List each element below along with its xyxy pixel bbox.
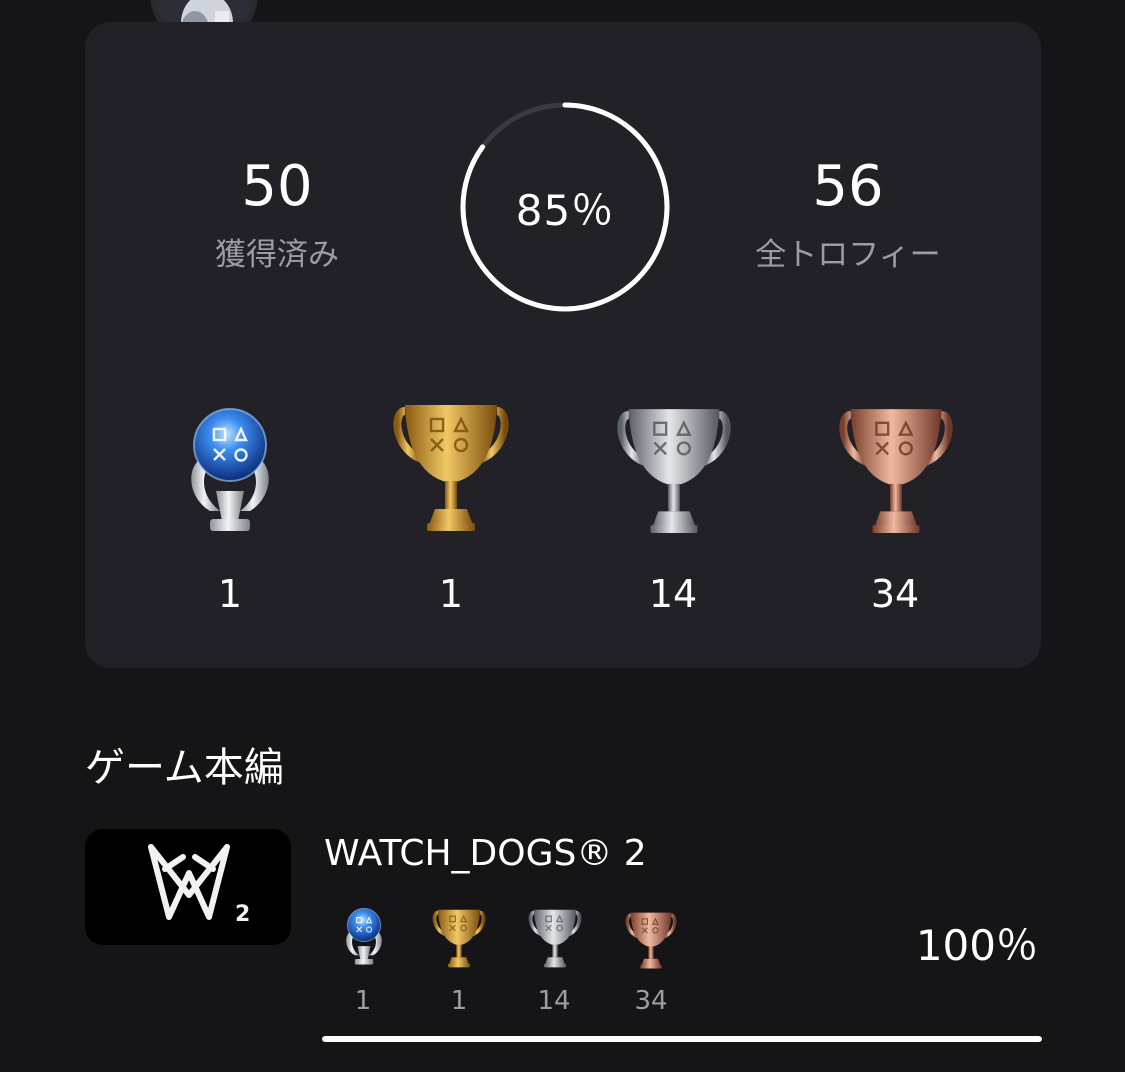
game-silver-count: 14: [537, 986, 571, 1016]
game-title: WATCH_DOGS® 2: [324, 833, 647, 874]
game-progress-fill: [322, 1036, 1042, 1042]
bronze-count: 34: [870, 572, 920, 616]
game-bronze-count: 34: [634, 986, 668, 1016]
silver-count: 14: [648, 572, 698, 616]
earned-count: 50: [241, 154, 313, 219]
platinum-trophy-icon: [341, 902, 387, 970]
trophy-page: 50 獲得済み 85％ 56 全トロフィー 1 1 14 34 ゲーム本編 2 …: [0, 0, 1125, 1072]
svg-text:2: 2: [235, 902, 250, 927]
earned-label: 獲得済み: [215, 237, 339, 273]
trophy-summary-card: 50 獲得済み 85％ 56 全トロフィー 1 1 14 34: [85, 22, 1041, 668]
gold-trophy-icon: [391, 398, 511, 540]
progress-percent: 85％: [515, 185, 615, 235]
bronze-trophy-icon: [624, 910, 678, 972]
game-platinum-count: 1: [354, 986, 372, 1016]
section-title: ゲーム本編: [85, 745, 284, 791]
silver-trophy-icon: [615, 402, 733, 542]
platinum-trophy-icon: [180, 394, 280, 544]
game-gold-count: 1: [450, 986, 468, 1016]
silver-trophy-icon: [527, 907, 583, 971]
platinum-count: 1: [217, 572, 243, 616]
bronze-trophy-icon: [837, 402, 955, 542]
total-count: 56: [812, 154, 884, 219]
gold-count: 1: [438, 572, 464, 616]
total-label: 全トロフィー: [755, 237, 941, 273]
gold-trophy-icon: [431, 907, 487, 971]
watch-dogs-logo-icon: 2: [85, 829, 291, 945]
game-progress-percent: 100％: [915, 921, 1038, 970]
game-thumbnail: 2: [85, 829, 291, 945]
game-progress-bar: [322, 1036, 1042, 1042]
